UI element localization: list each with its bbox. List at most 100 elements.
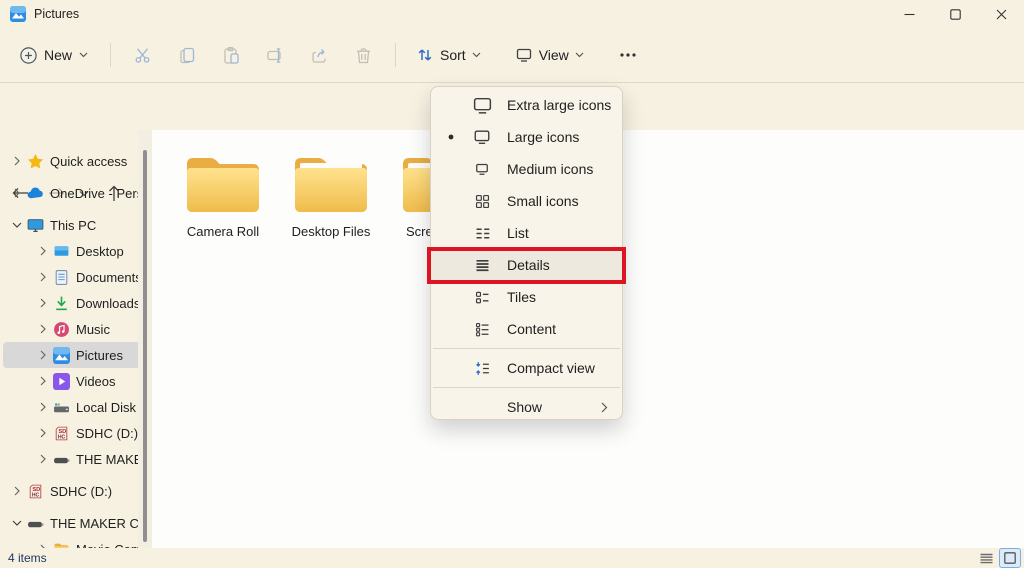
folder-camera-roll[interactable]: Camera Roll xyxy=(173,150,273,239)
view-button-label: View xyxy=(539,47,569,63)
view-menu-item-tiles[interactable]: Tiles xyxy=(431,281,622,313)
selected-bullet-icon xyxy=(448,134,454,140)
sidebar-item-documents[interactable]: Documents xyxy=(3,264,149,290)
chevron-right-icon xyxy=(40,376,46,386)
sidebar-item-sdhc-d-root[interactable]: SDHC SDHC (D:) xyxy=(3,478,149,504)
share-button[interactable] xyxy=(297,37,341,73)
computer-icon xyxy=(27,217,44,234)
sidebar-item-label: This PC xyxy=(50,218,96,233)
usb-drive-icon xyxy=(53,451,70,468)
more-options-button[interactable] xyxy=(606,37,650,73)
folder-name: Desktop Files xyxy=(281,224,381,239)
sidebar-item-label: SDHC (D:) xyxy=(76,426,138,441)
sidebar-item-label: Videos xyxy=(76,374,116,389)
view-menu: Extra large icons Large icons Medium ico… xyxy=(430,86,623,420)
sidebar-item-downloads[interactable]: Downloads xyxy=(3,290,149,316)
titlebar: Pictures xyxy=(0,0,1024,28)
details-view-icon xyxy=(980,553,993,564)
maximize-icon xyxy=(950,9,961,20)
sidebar-item-movie-folder[interactable]: Movie Communi xyxy=(3,536,149,548)
toolbar-divider xyxy=(395,43,396,67)
menu-item-label: Large icons xyxy=(507,129,579,145)
menu-item-label: Small icons xyxy=(507,193,579,209)
sidebar-item-the-maker-city-root[interactable]: THE MAKER CITY xyxy=(3,510,149,536)
view-menu-item-show[interactable]: Show xyxy=(431,391,622,423)
chevron-right-icon xyxy=(40,324,46,334)
sidebar-item-sdhc-d[interactable]: SDHC SDHC (D:) xyxy=(3,420,149,446)
sd-card-icon: SDHC xyxy=(27,483,44,500)
svg-text:HC: HC xyxy=(58,434,66,440)
sidebar-item-the-maker-city[interactable]: THE MAKER CITY xyxy=(3,446,149,472)
close-icon xyxy=(996,9,1007,20)
rename-button[interactable] xyxy=(253,37,297,73)
folder-name: Camera Roll xyxy=(173,224,273,239)
new-button[interactable]: New xyxy=(8,41,100,70)
window-title: Pictures xyxy=(34,7,79,21)
folder-icon xyxy=(181,150,265,218)
details-view-toggle[interactable] xyxy=(976,549,996,567)
copy-icon xyxy=(178,46,197,65)
sidebar-item-desktop[interactable]: Desktop xyxy=(3,238,149,264)
sidebar-item-label: Quick access xyxy=(50,154,127,169)
sidebar-item-label: Music xyxy=(76,322,110,337)
sidebar-item-label: Desktop xyxy=(76,244,124,259)
view-menu-item-large-icons[interactable]: Large icons xyxy=(431,121,622,153)
tiles-icon xyxy=(471,286,493,308)
chevron-down-icon xyxy=(472,52,481,58)
folder-desktop-files[interactable]: Desktop Files xyxy=(281,150,381,239)
view-menu-item-small-icons[interactable]: Small icons xyxy=(431,185,622,217)
maximize-button[interactable] xyxy=(932,0,978,28)
menu-item-label: Medium icons xyxy=(507,161,593,177)
download-icon xyxy=(53,295,70,312)
sort-button[interactable]: Sort xyxy=(406,40,491,70)
menu-item-label: Extra large icons xyxy=(507,97,611,113)
cut-button[interactable] xyxy=(121,37,165,73)
sidebar-scrollbar-thumb[interactable] xyxy=(143,150,147,542)
menu-divider xyxy=(433,387,620,388)
sidebar-item-label: THE MAKER CITY xyxy=(50,516,152,531)
paste-button[interactable] xyxy=(209,37,253,73)
chevron-right-icon xyxy=(40,246,46,256)
sidebar-item-videos[interactable]: Videos xyxy=(3,368,149,394)
chevron-right-icon xyxy=(14,486,20,496)
sd-card-icon: SDHC xyxy=(53,425,70,442)
sidebar-item-this-pc[interactable]: This PC xyxy=(3,212,149,238)
view-menu-item-list[interactable]: List xyxy=(431,217,622,249)
navigation-pane: Quick access OneDrive - Person This PC D… xyxy=(0,130,152,548)
menu-item-label: Tiles xyxy=(507,289,536,305)
thumbnail-view-icon xyxy=(1004,552,1016,564)
view-menu-item-details[interactable]: Details xyxy=(431,249,622,281)
chevron-right-icon xyxy=(14,156,20,166)
submenu-chevron-icon xyxy=(601,402,608,413)
videos-icon xyxy=(53,373,70,390)
chevron-right-icon xyxy=(40,402,46,412)
view-menu-item-extra-large-icons[interactable]: Extra large icons xyxy=(431,89,622,121)
file-explorer-window: Pictures New xyxy=(0,0,1024,568)
copy-button[interactable] xyxy=(165,37,209,73)
monitor-md-icon xyxy=(471,158,493,180)
sidebar-item-local-disk-c[interactable]: Local Disk (C:) xyxy=(3,394,149,420)
sidebar-item-pictures[interactable]: Pictures xyxy=(3,342,149,368)
grid-icon xyxy=(471,190,493,212)
sidebar-item-label: Documents xyxy=(76,270,142,285)
sidebar-item-onedrive[interactable]: OneDrive - Person xyxy=(3,180,149,206)
menu-item-label: Details xyxy=(507,257,550,273)
chevron-right-icon xyxy=(14,188,20,198)
view-button[interactable]: View xyxy=(505,40,594,70)
delete-button[interactable] xyxy=(341,37,385,73)
music-icon xyxy=(53,321,70,338)
close-button[interactable] xyxy=(978,0,1024,28)
chevron-right-icon xyxy=(40,454,46,464)
sidebar-item-quick-access[interactable]: Quick access xyxy=(3,148,149,174)
sidebar-item-music[interactable]: Music xyxy=(3,316,149,342)
svg-text:HC: HC xyxy=(32,492,40,498)
view-menu-item-compact-view[interactable]: Compact view xyxy=(431,352,622,384)
compact-view-icon xyxy=(471,357,493,379)
view-menu-item-content[interactable]: Content xyxy=(431,313,622,345)
menu-item-label: Compact view xyxy=(507,360,595,376)
thumbnail-view-toggle[interactable] xyxy=(1000,549,1020,567)
minimize-button[interactable] xyxy=(886,0,932,28)
rename-icon xyxy=(266,46,285,65)
star-icon xyxy=(27,153,44,170)
view-menu-item-medium-icons[interactable]: Medium icons xyxy=(431,153,622,185)
